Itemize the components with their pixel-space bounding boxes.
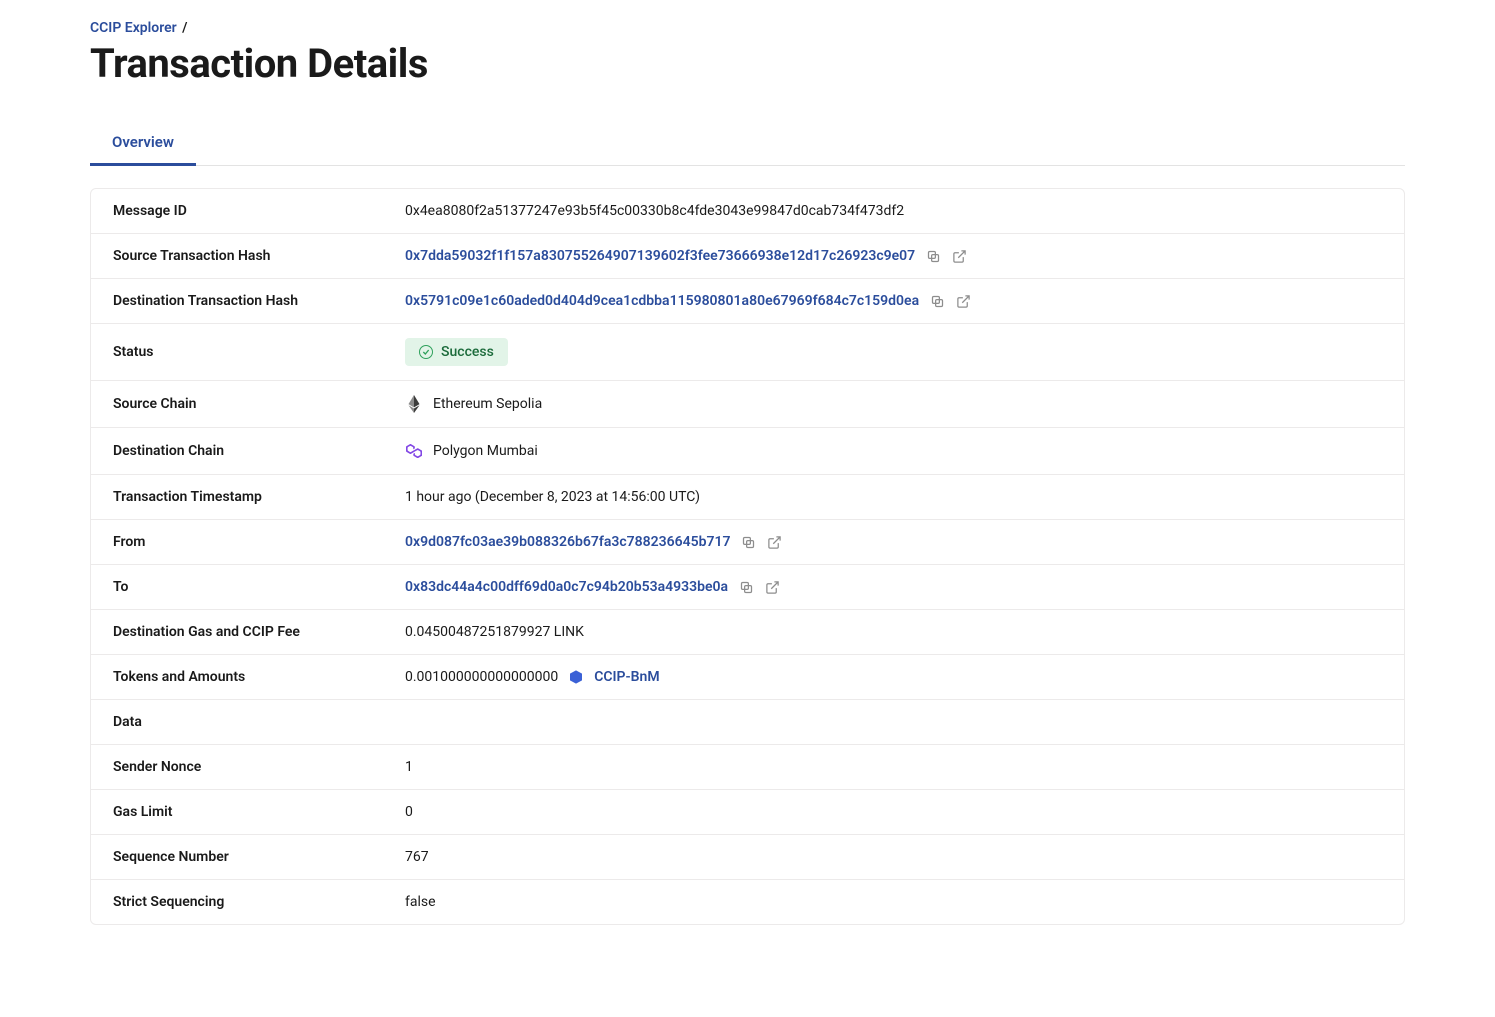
link-source-tx-hash[interactable]: 0x7dda59032f1f157a830755264907139602f3fe… [405,248,915,264]
value-gas-limit: 0 [405,804,1382,820]
label-message-id: Message ID [113,203,405,219]
ethereum-icon [405,395,423,413]
external-link-icon[interactable] [955,293,971,309]
label-sender-nonce: Sender Nonce [113,759,405,775]
value-strict-sequencing: false [405,894,1382,910]
row-sequence-number: Sequence Number 767 [91,835,1404,880]
label-tokens: Tokens and Amounts [113,669,405,685]
value-sequence-number: 767 [405,849,1382,865]
polygon-icon [405,442,423,460]
value-message-id: 0x4ea8080f2a51377247e93b5f45c00330b8c4fd… [405,203,1382,219]
source-chain-name: Ethereum Sepolia [433,396,542,412]
label-from: From [113,534,405,550]
label-data: Data [113,714,405,730]
copy-icon[interactable] [929,293,945,309]
tab-overview[interactable]: Overview [90,123,196,166]
row-sender-nonce: Sender Nonce 1 [91,745,1404,790]
external-link-icon[interactable] [951,248,967,264]
value-gas-fee: 0.04500487251879927 LINK [405,624,1382,640]
label-sequence-number: Sequence Number [113,849,405,865]
value-sender-nonce: 1 [405,759,1382,775]
status-badge: Success [405,338,508,366]
label-status: Status [113,344,405,360]
row-source-tx-hash: Source Transaction Hash 0x7dda59032f1f15… [91,234,1404,279]
details-panel: Message ID 0x4ea8080f2a51377247e93b5f45c… [90,188,1405,925]
token-amount: 0.001000000000000000 [405,669,558,685]
row-tokens: Tokens and Amounts 0.001000000000000000 … [91,655,1404,700]
label-to: To [113,579,405,595]
label-timestamp: Transaction Timestamp [113,489,405,505]
copy-icon[interactable] [925,248,941,264]
row-source-chain: Source Chain Ethereum Sepolia [91,381,1404,428]
success-check-icon [419,345,433,359]
row-gas-fee: Destination Gas and CCIP Fee 0.045004872… [91,610,1404,655]
link-dest-tx-hash[interactable]: 0x5791c09e1c60aded0d404d9cea1cdbba115980… [405,293,919,309]
label-gas-limit: Gas Limit [113,804,405,820]
row-status: Status Success [91,324,1404,381]
row-strict-sequencing: Strict Sequencing false [91,880,1404,924]
token-icon [568,669,584,685]
breadcrumb-root-link[interactable]: CCIP Explorer [90,20,177,36]
external-link-icon[interactable] [764,579,780,595]
page-title: Transaction Details [90,40,1405,87]
external-link-icon[interactable] [767,534,783,550]
dest-chain-name: Polygon Mumbai [433,443,538,459]
row-message-id: Message ID 0x4ea8080f2a51377247e93b5f45c… [91,189,1404,234]
row-gas-limit: Gas Limit 0 [91,790,1404,835]
copy-icon[interactable] [741,534,757,550]
status-text: Success [441,344,494,360]
label-source-chain: Source Chain [113,396,405,412]
row-dest-chain: Destination Chain Polygon Mumbai [91,428,1404,475]
label-dest-chain: Destination Chain [113,443,405,459]
row-dest-tx-hash: Destination Transaction Hash 0x5791c09e1… [91,279,1404,324]
row-timestamp: Transaction Timestamp 1 hour ago (Decemb… [91,475,1404,520]
breadcrumb: CCIP Explorer / [90,20,1405,36]
value-timestamp: 1 hour ago (December 8, 2023 at 14:56:00… [405,489,1382,505]
row-to: To 0x83dc44a4c00dff69d0a0c7c94b20b53a493… [91,565,1404,610]
breadcrumb-sep: / [182,20,187,36]
copy-icon[interactable] [738,579,754,595]
link-from-address[interactable]: 0x9d087fc03ae39b088326b67fa3c788236645b7… [405,534,731,550]
row-data: Data [91,700,1404,745]
row-from: From 0x9d087fc03ae39b088326b67fa3c788236… [91,520,1404,565]
token-link[interactable]: CCIP-BnM [594,669,659,685]
label-dest-tx-hash: Destination Transaction Hash [113,293,405,309]
label-strict-sequencing: Strict Sequencing [113,894,405,910]
tabs: Overview [90,123,1405,166]
label-gas-fee: Destination Gas and CCIP Fee [113,624,405,640]
label-source-tx-hash: Source Transaction Hash [113,248,405,264]
link-to-address[interactable]: 0x83dc44a4c00dff69d0a0c7c94b20b53a4933be… [405,579,728,595]
